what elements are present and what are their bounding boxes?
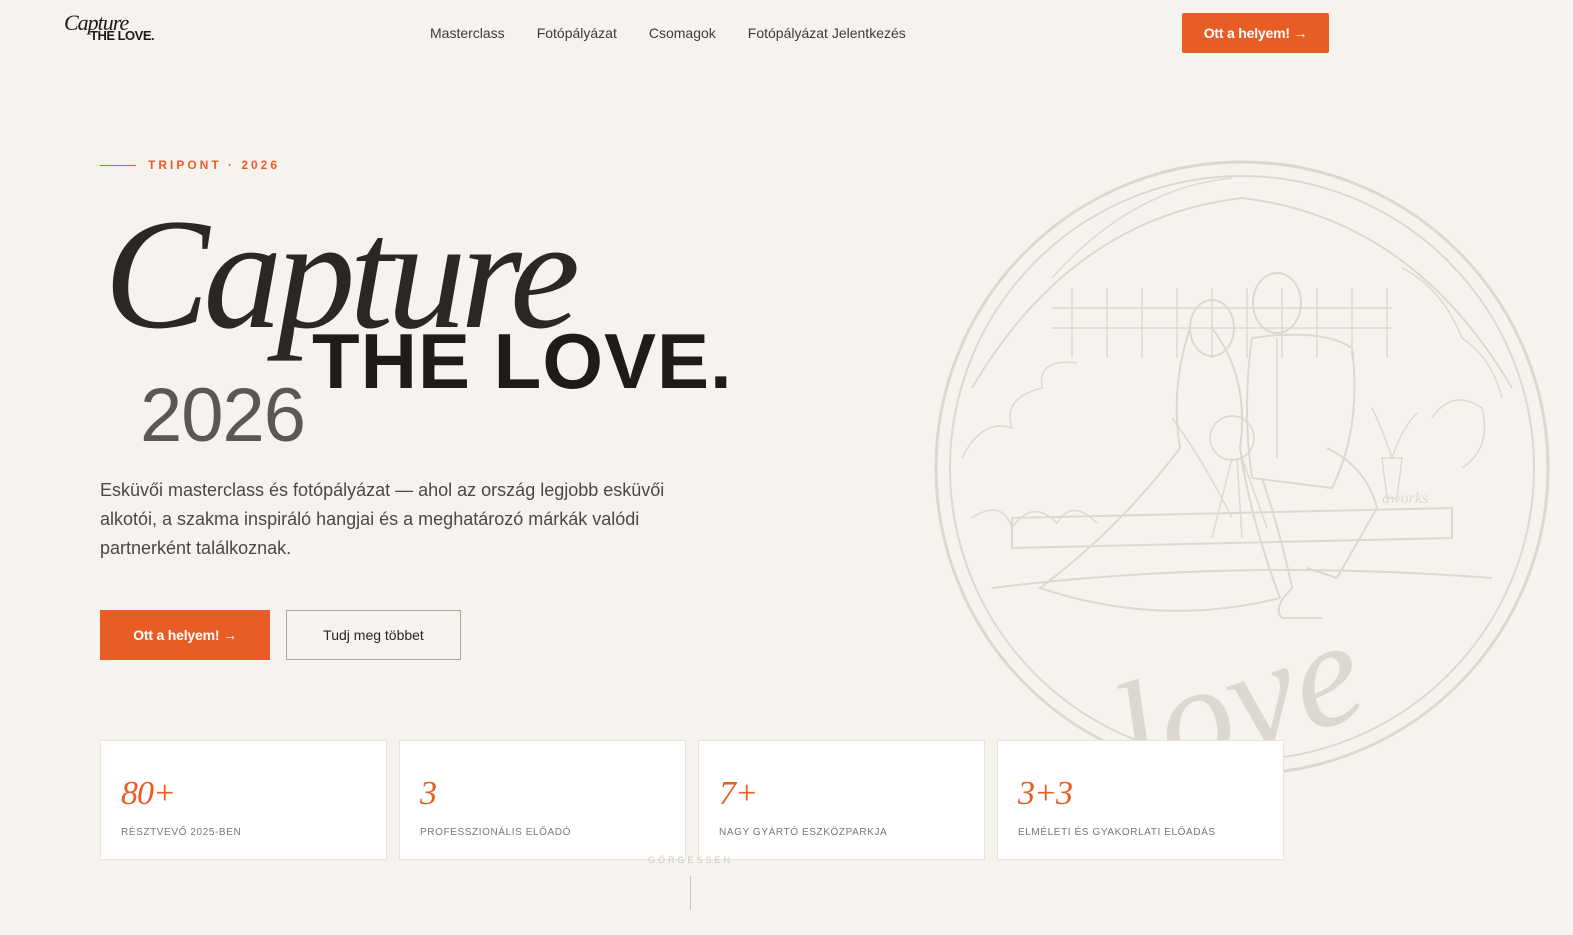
- header-cta-button[interactable]: Ott a helyem! →: [1182, 13, 1329, 53]
- illustration-tag: aworks: [1382, 490, 1428, 507]
- nav-item-jelentkezes[interactable]: Fotópályázat Jelentkezés: [748, 24, 906, 42]
- stat-label: RÉSZTVEVŐ 2025-BEN: [121, 827, 242, 838]
- hero-title-year: 2026: [140, 373, 306, 458]
- hero-title-bold: THE LOVE.: [312, 317, 733, 405]
- nav-item-fotopalyazat[interactable]: Fotópályázat: [537, 24, 617, 42]
- stat-label: ELMÉLETI ÉS GYAKORLATI ELŐADÁS: [1018, 827, 1216, 838]
- stat-value: 7+: [719, 775, 758, 812]
- main-nav: Masterclass Fotópályázat Csomagok Fotópá…: [430, 24, 906, 42]
- primary-cta-button[interactable]: Ott a helyem! →: [100, 610, 270, 660]
- learn-more-button[interactable]: Tudj meg többet: [286, 610, 461, 660]
- stat-card: 7+ NAGY GYÁRTÓ ESZKÖZPARKJA: [698, 740, 985, 860]
- logo-bold: THE LOVE.: [90, 28, 155, 43]
- stat-card: 3+3 ELMÉLETI ÉS GYAKORLATI ELŐADÁS: [997, 740, 1284, 860]
- nav-item-masterclass[interactable]: Masterclass: [430, 24, 505, 42]
- hero-eyebrow: TRIPONT · 2026: [100, 158, 280, 172]
- hero-lead: Esküvői masterclass és fotópályázat — ah…: [100, 480, 665, 558]
- stat-label: NAGY GYÁRTÓ ESZKÖZPARKJA: [719, 827, 888, 838]
- scroll-line: [690, 876, 691, 910]
- couple-illustration: aworks love: [932, 158, 1552, 821]
- scroll-hint: GÖRGESSEN: [648, 855, 734, 865]
- logo[interactable]: Capture THE LOVE.: [64, 12, 164, 46]
- stat-card: 80+ RÉSZTVEVŐ 2025-BEN: [100, 740, 387, 860]
- stat-label: PROFESSZIONÁLIS ELŐADÓ: [420, 827, 572, 838]
- stat-value: 3+3: [1018, 775, 1073, 812]
- stat-value: 3: [420, 775, 437, 812]
- eyebrow-line: [100, 164, 136, 166]
- nav-item-csomagok[interactable]: Csomagok: [649, 24, 716, 42]
- eyebrow-text: TRIPONT · 2026: [148, 158, 281, 172]
- stat-card: 3 PROFESSZIONÁLIS ELŐADÓ: [399, 740, 686, 860]
- stat-value: 80+: [121, 775, 176, 812]
- stats-row: 80+ RÉSZTVEVŐ 2025-BEN 3 PROFESSZIONÁLIS…: [100, 740, 1284, 860]
